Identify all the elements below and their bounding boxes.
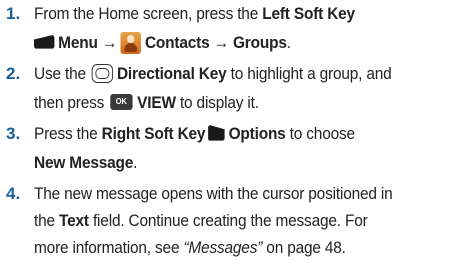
- left-soft-key-icon: [34, 34, 55, 49]
- step-text: From the Home screen, press the: [34, 4, 263, 23]
- text-field-label: Text: [59, 211, 89, 230]
- step-text: more information, see: [34, 238, 184, 257]
- menu-label: Menu →: [58, 33, 118, 52]
- step-text: then press: [34, 93, 109, 112]
- step-text: Use the: [34, 64, 90, 83]
- step-text: .: [133, 153, 138, 172]
- directional-key-icon: [91, 64, 114, 84]
- step-text: on page 48.: [262, 238, 346, 257]
- step-text: The new message opens with the cursor po…: [34, 184, 393, 203]
- step-3-line-2: New Message.: [34, 151, 137, 175]
- step-number: 3.: [6, 124, 21, 143]
- right-soft-key-icon: [208, 124, 225, 141]
- new-message-label: New Message: [34, 153, 134, 172]
- step-2-line-1: Use the Directional Key to highlight a g…: [34, 62, 392, 86]
- step-1-line-1: From the Home screen, press the Left Sof…: [34, 2, 355, 26]
- step-2-line-2: then press OK VIEW to display it.: [34, 91, 259, 115]
- step-number: 4.: [6, 184, 21, 203]
- step-1-line-2: Menu → Contacts → Groups.: [34, 31, 291, 55]
- step-number: 1.: [6, 4, 21, 23]
- step-text: field. Continue creating the message. Fo…: [88, 211, 368, 230]
- step-text: to display it.: [175, 93, 259, 112]
- step-text: the: [34, 211, 60, 230]
- step-text: .: [286, 33, 291, 52]
- step-number: 2.: [6, 64, 21, 83]
- contacts-icon: [120, 31, 142, 54]
- ok-key-icon: OK: [110, 93, 133, 110]
- step-4-line-2: the Text field. Continue creating the me…: [34, 209, 368, 233]
- step-text: to highlight a group, and: [226, 64, 392, 83]
- messages-reference-link[interactable]: “Messages”: [183, 238, 262, 257]
- step-text: Press the: [34, 124, 102, 143]
- left-soft-key-label: Left Soft Key: [262, 4, 355, 23]
- step-3-line-1: Press the Right Soft Key Options to choos…: [34, 122, 355, 146]
- right-soft-key-label: Right Soft Key: [101, 124, 206, 143]
- directional-key-label: Directional Key: [116, 64, 227, 83]
- instructions-page: 1. From the Home screen, press the Left …: [0, 0, 469, 267]
- options-label: Options: [228, 124, 286, 143]
- step-4-line-3: more information, see “Messages” on page…: [34, 236, 346, 260]
- view-label: VIEW: [137, 93, 176, 112]
- step-text: to choose: [285, 124, 355, 143]
- step-4-line-1: The new message opens with the cursor po…: [34, 182, 393, 206]
- contacts-groups-label: Contacts → Groups: [144, 33, 287, 52]
